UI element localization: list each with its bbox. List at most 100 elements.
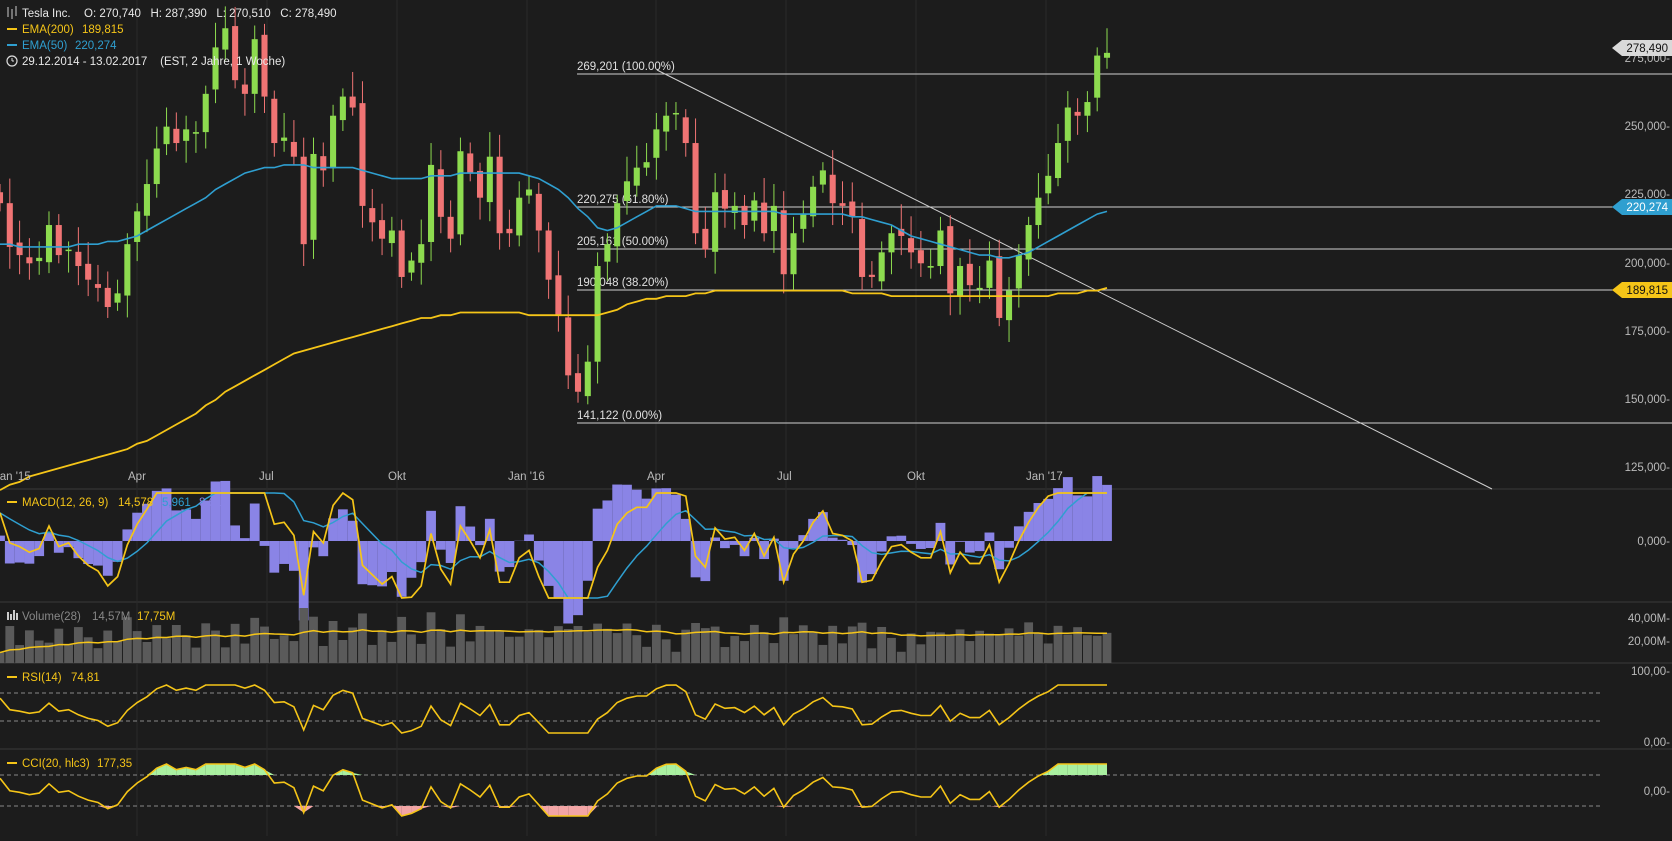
macd-bar xyxy=(475,541,485,545)
volume-bar xyxy=(965,641,974,663)
candle-body xyxy=(693,143,699,233)
volume-bar xyxy=(289,641,298,663)
candle-body xyxy=(908,238,914,252)
candle-body xyxy=(389,230,395,243)
instrument-name: Tesla Inc. xyxy=(22,8,71,20)
candle-body xyxy=(212,47,218,89)
volume-bar xyxy=(828,626,837,663)
volume-bar xyxy=(280,635,289,663)
time-tick: Jul xyxy=(259,471,274,483)
cci-oversold-fill xyxy=(578,806,588,816)
macd-bar xyxy=(554,541,564,599)
candle-body xyxy=(918,250,924,263)
ema50-price-badge: 220,274 xyxy=(1612,199,1672,215)
volume-bar xyxy=(779,617,788,663)
candle-body xyxy=(301,157,307,244)
macd-bar xyxy=(828,538,838,541)
volume-bar xyxy=(760,632,769,663)
volume-bar xyxy=(1024,622,1033,663)
volume-bar xyxy=(241,644,250,663)
macd-bar xyxy=(916,541,926,549)
volume-bar xyxy=(672,652,681,663)
candle-body xyxy=(124,244,130,295)
macd-bar xyxy=(456,506,466,541)
cci-oversold-fill xyxy=(558,806,568,816)
volume-bar xyxy=(995,635,1004,663)
volume-bar xyxy=(74,627,83,663)
volume-bar xyxy=(35,641,44,663)
volume-bar xyxy=(681,630,690,663)
volume-bar xyxy=(319,646,328,663)
volume-bar xyxy=(270,639,279,663)
candle-body xyxy=(546,230,552,279)
macd-bar xyxy=(789,541,799,548)
volume-bar xyxy=(309,617,318,663)
volume-bar xyxy=(985,634,994,663)
cci-overbought-fill xyxy=(206,764,216,775)
volume-bar xyxy=(299,608,308,663)
macd-bar xyxy=(975,541,985,551)
volume-bar xyxy=(338,640,347,663)
volume-bar xyxy=(495,631,504,663)
candle-body xyxy=(340,97,346,121)
volume-bar xyxy=(662,639,671,663)
macd-bar xyxy=(191,519,201,541)
candle-body xyxy=(761,203,767,234)
volume-bar xyxy=(632,635,641,663)
candle-body xyxy=(379,220,385,239)
candle-body xyxy=(75,252,81,266)
macd-bar xyxy=(240,538,250,541)
macd-bar xyxy=(132,513,142,541)
fib-618-label: 220,275 (61.80%) xyxy=(577,194,669,206)
macd-bar xyxy=(896,536,906,541)
macd-hist-value: 8,617 xyxy=(199,497,228,509)
candle-body xyxy=(986,261,992,288)
macd-bar xyxy=(544,541,554,586)
ema200-legend-label: EMA(200) xyxy=(22,24,74,36)
volume-bar xyxy=(613,633,622,663)
macd-bar xyxy=(436,541,446,550)
price-tick: 250,000- xyxy=(1625,121,1671,133)
candle-body xyxy=(359,103,365,206)
svg-text:189,815: 189,815 xyxy=(1626,285,1668,297)
macd-bar xyxy=(250,504,260,541)
candle-body xyxy=(977,288,983,290)
time-tick: Apr xyxy=(128,471,146,483)
cci-label: CCI(20, hlc3) xyxy=(22,758,90,770)
candle-body xyxy=(604,244,610,261)
macd-bar xyxy=(309,541,319,547)
macd-bar xyxy=(955,541,965,542)
candle-body xyxy=(36,258,42,261)
rsi-label: RSI(14) xyxy=(22,672,62,684)
volume-bar xyxy=(260,627,269,663)
volume-bar xyxy=(250,618,259,663)
candle-body xyxy=(1026,225,1032,259)
volume-bar xyxy=(1093,636,1102,663)
candle-body xyxy=(467,153,473,173)
candle-body xyxy=(526,190,532,196)
macd-bar xyxy=(260,541,270,546)
ema50-legend-value: 220,274 xyxy=(75,40,117,52)
volume-bar xyxy=(201,623,210,663)
volume-bar xyxy=(1054,626,1063,663)
volume-bar xyxy=(897,652,906,663)
volume-bar xyxy=(15,645,24,663)
macd-bar xyxy=(279,541,289,564)
volume-bar xyxy=(348,628,357,663)
candle-body xyxy=(222,28,228,49)
candle-body xyxy=(17,243,23,256)
volume-bar xyxy=(740,641,749,663)
candle-body xyxy=(1084,102,1090,116)
volume-bar xyxy=(1014,636,1023,663)
candle-body xyxy=(849,202,855,217)
candle-body xyxy=(624,181,630,201)
macd-bar xyxy=(583,541,593,581)
candle-body xyxy=(66,250,72,252)
candle-body xyxy=(1045,176,1051,193)
volume-bar xyxy=(1103,633,1112,663)
candle-body xyxy=(683,117,689,143)
candle-body xyxy=(7,203,13,247)
candle-body xyxy=(115,293,121,302)
volume-bar xyxy=(730,636,739,663)
candle-body xyxy=(487,157,493,202)
